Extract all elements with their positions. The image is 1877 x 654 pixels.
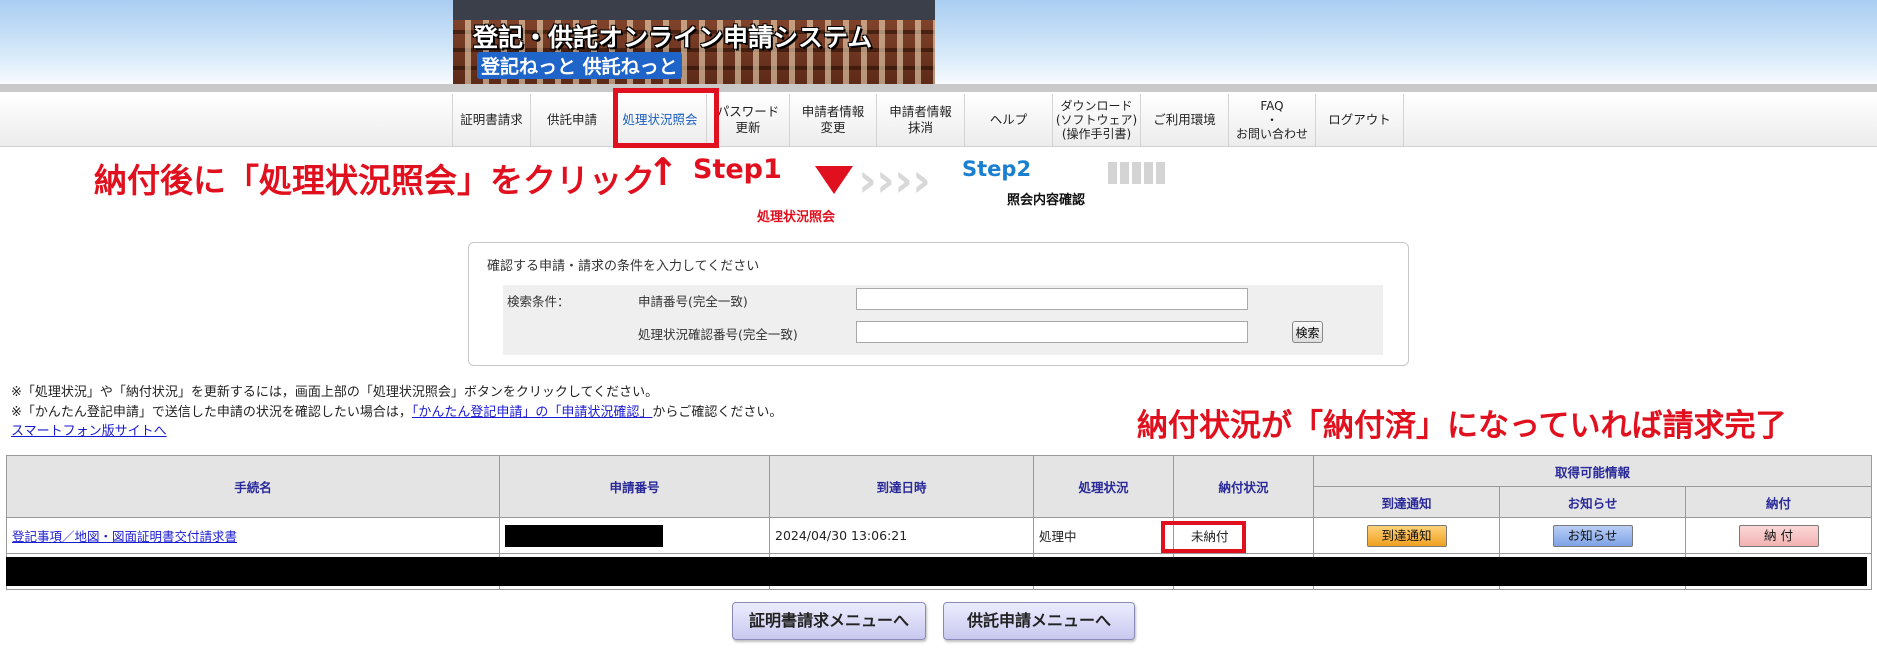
search-panel-title: 確認する申請・請求の条件を入力してください [487,259,760,274]
col-process-status-header: 処理状況 [1033,455,1174,518]
update-note: ※「処理状況」や「納付状況」を更新するには，画面上部の「処理状況照会」ボタンをク… [11,385,659,400]
col-payment-header: 納付 [1685,486,1872,518]
col-arrival-notice-header: 到達通知 [1313,486,1500,518]
status-check-number-input[interactable] [856,321,1248,343]
step1-caption: 処理状況照会 [757,210,836,225]
col-arrival-header: 到達日時 [769,455,1034,518]
main-nav: 証明書請求 供託申請 処理状況照会 パスワード 更新 申請者情報 変更 申請者情… [452,94,1404,146]
cert-request-menu-button[interactable]: 証明書請求メニューへ [732,602,926,640]
step2-label: Step2 [962,157,1032,181]
easy-note-suffix: からご確認ください。 [652,405,783,420]
procedure-cell: 登記事項／地図・図面証明書交付請求書 [6,517,500,554]
payment-button[interactable]: 納 付 [1738,524,1819,547]
nav-password-update[interactable]: パスワード 更新 [707,94,790,146]
payment-status-highlight [1161,521,1246,553]
header-banner [0,0,1877,92]
table-row: 登記事項／地図・図面証明書交付請求書 2024/04/30 13:06:21 処… [6,517,1872,554]
application-number-label: 申請番号(完全一致) [638,294,748,309]
payment-cell: 納 付 [1685,517,1872,554]
col-notice-header: お知らせ [1499,486,1686,518]
easy-note-prefix: ※「かんたん登記申請」で送信した申請の状況を確認したい場合は， [11,405,412,420]
site-subtitle: 登記ねっと 供託ねっと [477,52,682,79]
click-instruction-annotation: 納付後に「処理状況照会」をクリック [94,161,655,200]
chevron-right-icon: › [912,153,931,207]
deposit-menu-button[interactable]: 供託申請メニューへ [943,602,1135,640]
criteria-label: 検索条件： [507,294,570,309]
nav-applicant-change[interactable]: 申請者情報 変更 [790,94,877,146]
status-inquiry-highlight [613,88,719,148]
application-number-input[interactable] [856,288,1248,310]
site-logo-banner: 登記・供託オンライン申請システム 登記ねっと 供託ねっと [453,0,935,84]
redacted-row [6,557,1867,586]
easy-status-check-link[interactable]: 「かんたん登記申請」の「申請状況確認」 [412,405,653,420]
progress-bars-graphic [1108,162,1165,184]
step1-label: Step1 [693,154,782,185]
current-step-marker-icon [815,166,853,194]
up-arrow-icon: ↑ [647,150,679,194]
nav-environment[interactable]: ご利用環境 [1141,94,1229,146]
procedure-link[interactable]: 登記事項／地図・図面証明書交付請求書 [12,529,237,544]
notice-cell: お知らせ [1499,517,1686,554]
nav-help[interactable]: ヘルプ [965,94,1053,146]
arrival-notice-button[interactable]: 到達通知 [1366,524,1447,547]
search-button[interactable]: 検索 [1292,321,1323,343]
col-payment-status-header: 納付状況 [1173,455,1314,518]
site-title: 登記・供託オンライン申請システム [473,23,873,52]
chevron-right-icon: › [876,153,895,207]
col-procedure-header: 手続名 [6,455,500,518]
col-available-info-header: 取得可能情報 [1313,455,1872,487]
status-check-number-label: 処理状況確認番号(完全一致) [638,327,798,342]
application-no-cell [499,517,770,554]
step2-caption: 照会内容確認 [1007,193,1086,208]
nav-applicant-delete[interactable]: 申請者情報 抹消 [877,94,965,146]
redacted-application-number [505,524,663,547]
smartphone-site-link[interactable]: スマートフォン版サイトへ [11,420,167,439]
notice-button[interactable]: お知らせ [1552,524,1633,547]
building-roof-graphic [453,0,935,20]
banner-divider [0,84,1877,92]
nav-faq[interactable]: FAQ ・ お問い合わせ [1229,94,1316,146]
arrival-cell: 2024/04/30 13:06:21 [769,517,1034,554]
easy-registration-note: ※「かんたん登記申請」で送信した申請の状況を確認したい場合は，「かんたん登記申請… [11,401,782,420]
chevron-right-icon: › [894,153,913,207]
payment-status-annotation: 納付状況が「納付済」になっていれば請求完了 [1137,408,1787,444]
arrival-notice-cell: 到達通知 [1313,517,1500,554]
nav-download[interactable]: ダウンロード (ソフトウェア) (操作手引書) [1053,94,1141,146]
col-application-no-header: 申請番号 [499,455,770,518]
nav-deposit[interactable]: 供託申請 [531,94,614,146]
nav-logout[interactable]: ログアウト [1316,94,1404,146]
chevron-right-icon: › [858,153,877,207]
nav-cert-request[interactable]: 証明書請求 [452,94,531,146]
process-status-cell: 処理中 [1033,517,1174,554]
